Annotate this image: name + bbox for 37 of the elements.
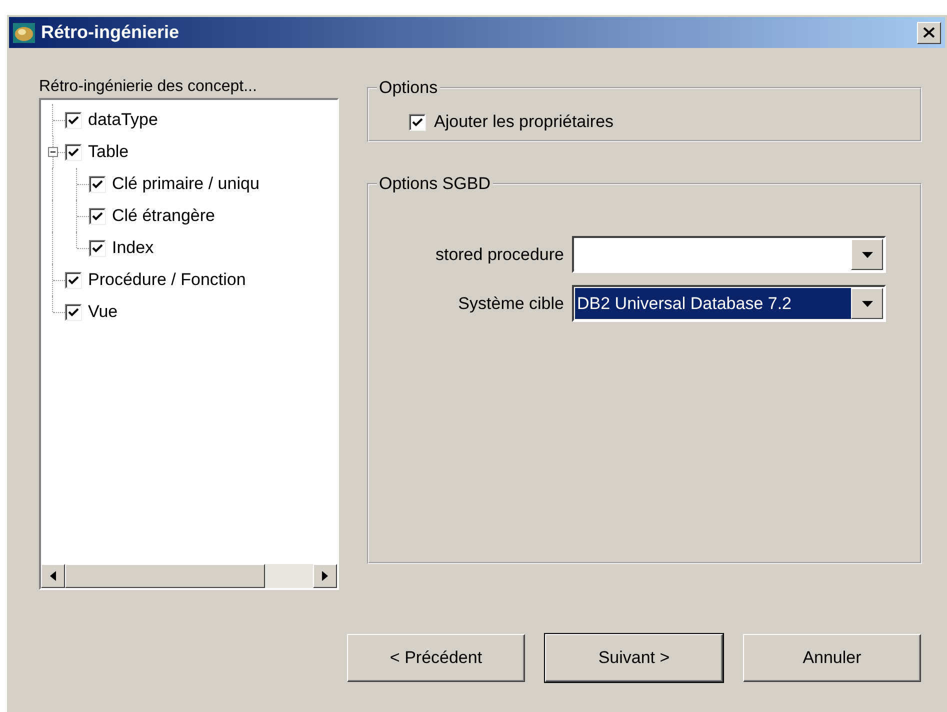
tree-checkbox[interactable] xyxy=(65,112,82,128)
scrollbar-thumb[interactable] xyxy=(65,564,265,588)
dialog-button[interactable]: Annuler xyxy=(743,634,921,682)
scroll-right-button[interactable] xyxy=(313,564,337,588)
dialog-button[interactable]: Suivant > xyxy=(545,634,723,682)
tree-checkbox[interactable] xyxy=(65,272,82,288)
tree-checkbox[interactable] xyxy=(89,208,106,224)
group-title: Options SGBD xyxy=(378,174,492,194)
close-icon[interactable] xyxy=(917,22,941,44)
scroll-left-button[interactable] xyxy=(41,564,65,588)
tree-item[interactable]: Clé étrangère xyxy=(112,206,216,226)
right-arrow-icon xyxy=(322,571,328,581)
tree-item[interactable]: Clé primaire / uniqu xyxy=(112,174,260,194)
checkbox-label[interactable]: Ajouter les propriétaires xyxy=(434,112,614,132)
group-title: Options xyxy=(378,78,439,98)
tree-checkbox[interactable] xyxy=(65,144,82,160)
dropdown[interactable] xyxy=(572,236,886,273)
tree-checkbox[interactable] xyxy=(89,176,106,192)
field-label: Système cible xyxy=(458,294,564,314)
dialog-button[interactable]: < Précédent xyxy=(347,634,525,682)
tree-item[interactable]: Index xyxy=(112,238,154,258)
horizontal-scrollbar[interactable] xyxy=(41,564,337,588)
app-icon xyxy=(13,22,35,42)
dropdown-arrow-icon xyxy=(862,252,872,258)
tree-label: Rétro-ingénierie des concept... xyxy=(39,78,258,96)
tree-item[interactable]: Table xyxy=(88,142,129,162)
tree-item[interactable]: dataType xyxy=(88,110,158,130)
window-title: Rétro-ingénierie xyxy=(41,22,180,43)
tree-checkbox[interactable] xyxy=(65,304,82,320)
field-label: stored procedure xyxy=(435,244,564,264)
left-arrow-icon xyxy=(50,571,56,581)
tree-item[interactable]: Vue xyxy=(88,302,118,322)
dropdown[interactable]: DB2 Universal Database 7.2 xyxy=(572,285,886,322)
tree-item[interactable]: Procédure / Fonction xyxy=(88,270,246,290)
dropdown-arrow-icon xyxy=(862,300,872,306)
tree-checkbox[interactable] xyxy=(89,240,106,256)
checkbox[interactable] xyxy=(409,114,426,130)
